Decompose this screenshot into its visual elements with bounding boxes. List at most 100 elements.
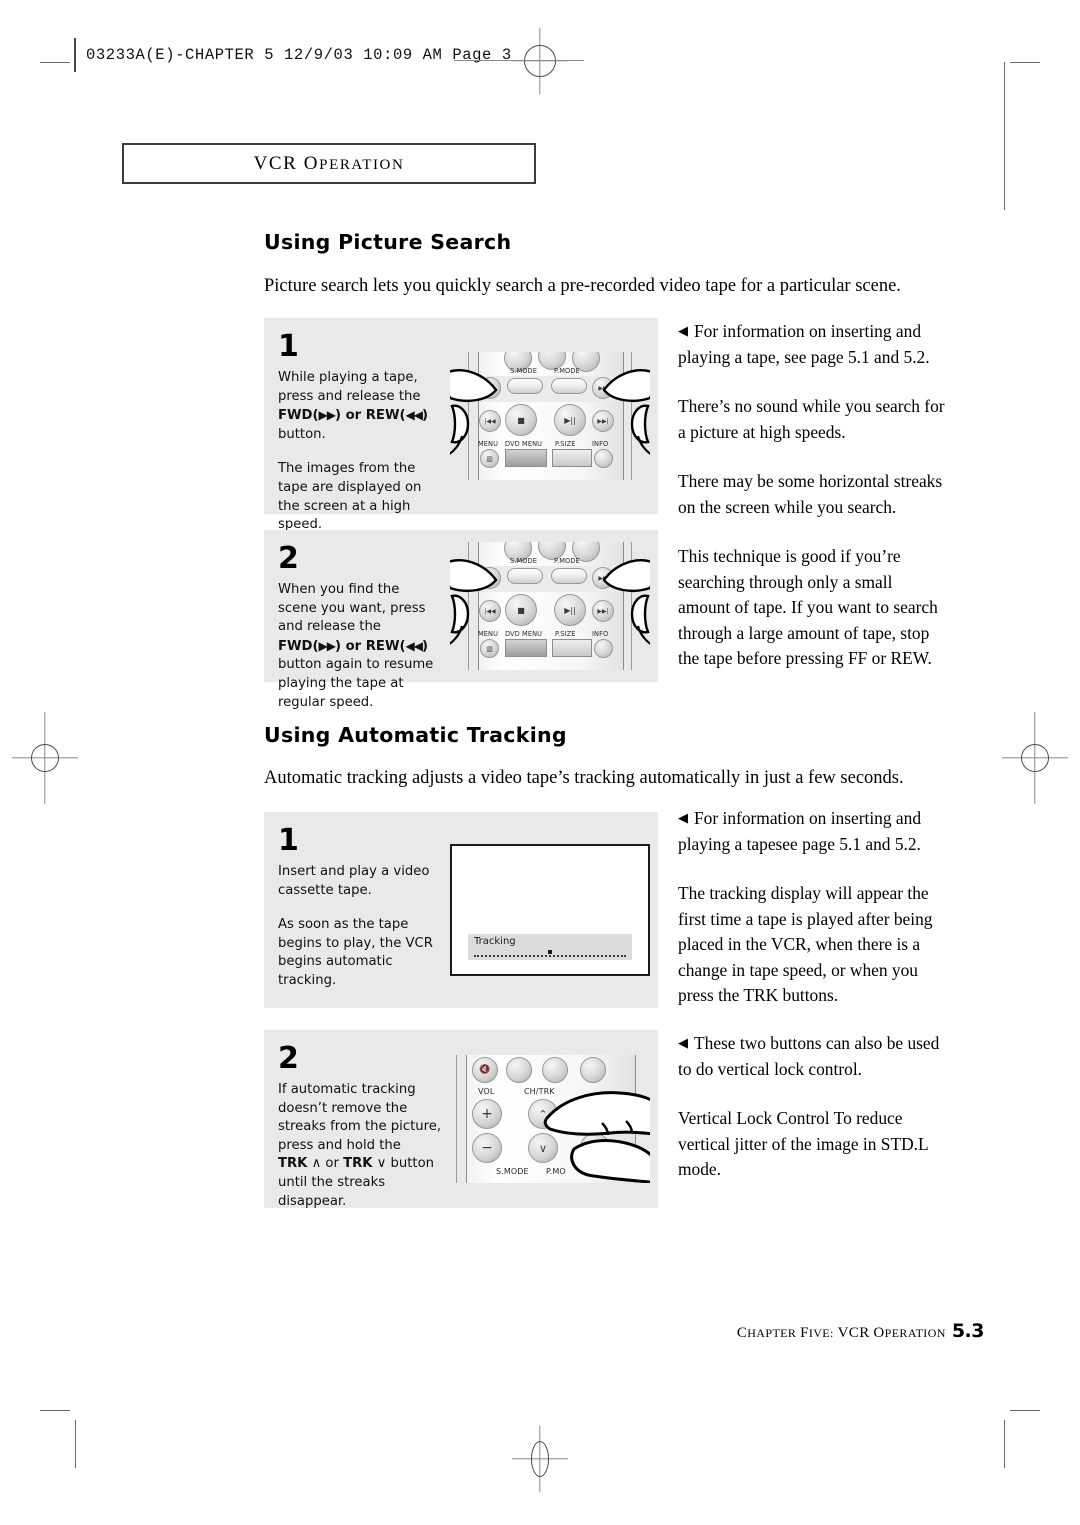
info-button[interactable] — [594, 449, 613, 468]
fast-forward-icon: ▶▶ — [598, 384, 608, 392]
dvd-menu-button[interactable] — [505, 639, 547, 657]
crop-mark-top-right-h — [1010, 62, 1040, 64]
remote-edge-left — [456, 1055, 458, 1183]
pmode-button[interactable] — [551, 568, 587, 584]
previous-button[interactable]: |◀◀ — [479, 600, 501, 622]
tv-screen-illustration: Tracking — [450, 844, 650, 976]
step-illustration: S.MODE P.MODE ◀◀ ▶▶ |◀◀ ■ ▶|| ▶▶| MENU D… — [442, 318, 658, 514]
remote-edge-left — [468, 352, 470, 480]
previous-button[interactable]: |◀◀ — [479, 410, 501, 432]
fast-forward-icon: ▶▶ — [318, 408, 336, 423]
step-text-column: 2 If automatic tracking doesn’t remove t… — [264, 1030, 442, 1211]
button-label-fwd: FWD( — [278, 408, 319, 424]
button-label-fwd-close: ) or — [335, 408, 366, 424]
label-smode: S.MODE — [510, 367, 538, 375]
bullet-arrow-icon: ◀ — [678, 1035, 688, 1050]
rewind-icon: ◀◀ — [405, 408, 423, 423]
step-illustration: Tracking — [442, 812, 658, 1008]
label-psize: P.SIZE — [555, 440, 576, 448]
channel-trk-up-button[interactable]: ⌃ — [528, 1099, 558, 1129]
step-instructions: When you find the scene you want, press … — [278, 581, 442, 712]
right-minus-button[interactable]: − — [580, 1133, 610, 1163]
stop-button[interactable]: ■ — [505, 594, 537, 626]
chapter-title-text: VCR OPERATION — [254, 153, 405, 175]
button-label-trk-up: TRK — [278, 1156, 308, 1172]
label-menu: MENU — [478, 440, 499, 448]
rewind-button[interactable]: ◀◀ — [479, 567, 501, 589]
step-number: 1 — [278, 329, 299, 364]
bullet-arrow-icon: ◀ — [678, 323, 688, 338]
note-item: Vertical Lock Control To reduce vertical… — [678, 1106, 946, 1183]
tracking-osd-knob[interactable] — [548, 950, 552, 954]
step-panel: 2 If automatic tracking doesn’t remove t… — [264, 1030, 658, 1211]
chapter-title-minor: OPERATION — [303, 152, 405, 174]
smode-button[interactable] — [507, 378, 543, 394]
remote-button-topright-a — [506, 1057, 532, 1083]
footer-chapter-text: CHAPTER FIVE: VCR OPERATION — [736, 1325, 946, 1341]
remote-edge-left — [468, 542, 470, 670]
step-text-tail: button again to resume playing the tape … — [278, 657, 434, 710]
crop-mark-bottom-left-h — [40, 1410, 70, 1412]
volume-up-button[interactable]: + — [472, 1099, 502, 1129]
step-text-column: 1 While playing a tape, press and releas… — [264, 318, 442, 533]
label-pmode: P.MODE — [554, 367, 580, 375]
step-number: 2 — [278, 541, 299, 576]
volume-down-button[interactable]: − — [472, 1133, 502, 1163]
fast-forward-button[interactable]: ▶▶ — [592, 567, 614, 589]
smode-button[interactable] — [507, 568, 543, 584]
button-label-trk-down: TRK — [343, 1156, 373, 1172]
step-text-lead: While playing a tape, press and release … — [278, 370, 421, 404]
label-smode: S.MODE — [510, 557, 538, 565]
section-heading-picture-search: Using Picture Search — [264, 230, 512, 254]
previous-icon: |◀◀ — [484, 607, 496, 615]
next-button[interactable]: ▶▶| — [592, 410, 614, 432]
chapter-title-major: VCR — [253, 152, 298, 174]
stop-icon: ■ — [517, 415, 525, 425]
menu-button[interactable]: ▥ — [480, 639, 499, 658]
step-text-column: 1 Insert and play a video cassette tape.… — [264, 812, 442, 1008]
note-text: There’s no sound while you search for a … — [678, 396, 945, 442]
slug-text: 03233A(E)-CHAPTER 5 12/9/03 10:09 AM Pag… — [86, 46, 512, 64]
next-icon: ▶▶| — [597, 607, 609, 615]
note-item: ◀ These two buttons can also be used to d… — [678, 1030, 946, 1082]
fast-forward-button[interactable]: ▶▶ — [592, 377, 614, 399]
crop-mark-top-right-v — [1004, 62, 1006, 210]
chevron-down-icon: ∨ — [538, 1141, 548, 1155]
label-smode: S.MODE — [496, 1167, 529, 1176]
play-pause-button[interactable]: ▶|| — [554, 404, 586, 436]
step-paragraph: While playing a tape, press and release … — [278, 369, 442, 444]
step-panel: 1 Insert and play a video cassette tape.… — [264, 812, 658, 1008]
step-panel: 2 When you find the scene you want, pres… — [264, 530, 658, 710]
step-number: 1 — [278, 823, 299, 858]
label-dvd-menu: DVD MENU — [505, 440, 543, 448]
play-pause-button[interactable]: ▶|| — [554, 594, 586, 626]
mute-button[interactable]: 🔇 — [472, 1057, 498, 1083]
psize-button[interactable] — [552, 449, 592, 467]
label-vol: VOL — [478, 1087, 495, 1096]
step-instructions: If automatic tracking doesn’t remove the… — [278, 1081, 442, 1211]
channel-trk-down-button[interactable]: ∨ — [528, 1133, 558, 1163]
notes-picture-search: ◀ For information on inserting and playin… — [678, 318, 946, 672]
pmode-button[interactable] — [551, 378, 587, 394]
button-label-rew: REW( — [365, 638, 406, 654]
button-label-rew-close: ) — [422, 408, 429, 424]
play-pause-icon: ▶|| — [564, 605, 576, 615]
note-item: This technique is good if you’re searchi… — [678, 544, 946, 672]
menu-button[interactable]: ▥ — [480, 449, 499, 468]
step-number: 2 — [278, 1041, 299, 1076]
tracking-osd-slider[interactable] — [474, 949, 626, 957]
step-text-lead: If automatic tracking doesn’t remove the… — [278, 1082, 442, 1153]
stop-button[interactable]: ■ — [505, 404, 537, 436]
label-info: INFO — [592, 630, 609, 638]
rewind-button[interactable]: ◀◀ — [479, 377, 501, 399]
step-paragraph: When you find the scene you want, press … — [278, 581, 442, 712]
remote-edge-right — [630, 542, 632, 670]
chapter-title-box: VCR OPERATION — [122, 143, 536, 184]
psize-button[interactable] — [552, 639, 592, 657]
dvd-menu-button[interactable] — [505, 449, 547, 467]
remote-voltrk-illustration: 🔇 VOL CH/TRK + − ⌃ ∨ − S.MODE P.MO — [450, 1055, 650, 1183]
info-button[interactable] — [594, 639, 613, 658]
next-button[interactable]: ▶▶| — [592, 600, 614, 622]
section-intro-picture-search: Picture search lets you quickly search a… — [264, 276, 901, 296]
page-footer: CHAPTER FIVE: VCR OPERATION 5.3 — [0, 1320, 1080, 1342]
